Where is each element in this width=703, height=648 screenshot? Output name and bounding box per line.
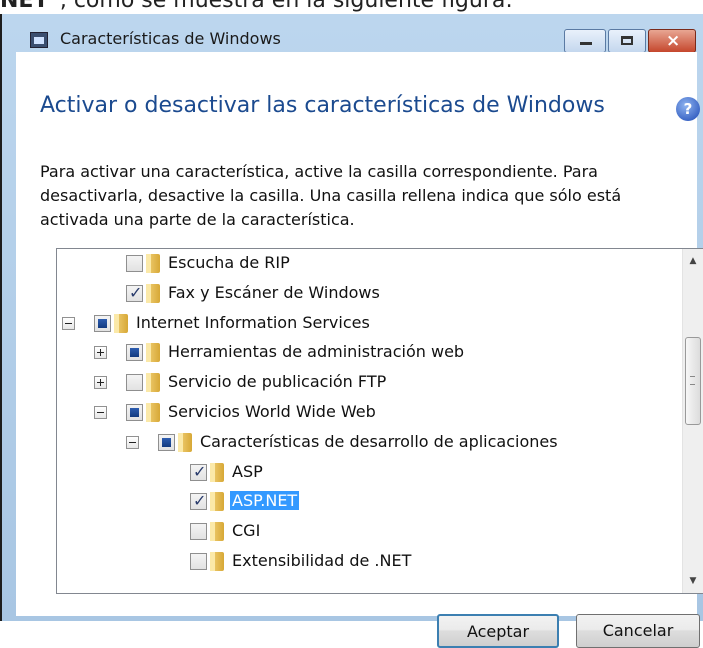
scroll-thumb[interactable] xyxy=(685,337,701,425)
tree-item-label: Internet Information Services xyxy=(136,312,370,332)
tree-items: Escucha de RIP Fax y Escáner de Windows In… xyxy=(57,249,677,593)
cancel-button[interactable]: Cancelar xyxy=(576,614,700,648)
tree-item[interactable]: Servicio de publicación FTP xyxy=(57,370,677,396)
tree-item-label: Herramientas de administración web xyxy=(168,342,465,362)
feature-checkbox[interactable] xyxy=(126,344,143,362)
collapse-icon[interactable] xyxy=(94,406,107,419)
tree-item-label: ASP.NET xyxy=(230,491,300,511)
feature-checkbox[interactable] xyxy=(126,374,143,392)
minimize-button[interactable] xyxy=(564,29,606,53)
feature-checkbox[interactable] xyxy=(126,283,143,302)
title-bar[interactable]: Características de Windows × xyxy=(2,14,703,53)
close-icon: × xyxy=(666,31,681,51)
tree-item-label: Extensibilidad de .NET xyxy=(232,551,412,570)
context-text: NET”, como se muestra en la siguiente fi… xyxy=(0,0,513,13)
expand-icon[interactable] xyxy=(94,346,107,360)
folder-icon xyxy=(210,462,224,482)
tree-item-label: CGI xyxy=(232,521,261,541)
tree-item-label: ASP xyxy=(232,461,263,481)
accept-button[interactable]: Aceptar xyxy=(437,614,559,648)
features-tree[interactable]: Escucha de RIP Fax y Escáner de Windows In… xyxy=(56,248,703,594)
tree-item-label: Servicios World Wide Web xyxy=(168,402,376,421)
tree-item[interactable]: Escucha de RIP xyxy=(57,251,677,277)
collapse-icon[interactable] xyxy=(62,316,75,330)
folder-icon xyxy=(178,432,192,452)
scroll-down-icon[interactable]: ▼ xyxy=(683,571,703,591)
collapse-icon[interactable] xyxy=(126,435,139,449)
window-title: Características de Windows xyxy=(60,29,281,48)
folder-icon xyxy=(146,373,160,393)
tree-item-label: Fax y Escáner de Windows xyxy=(168,282,380,302)
folder-icon xyxy=(210,552,224,571)
folder-icon xyxy=(146,254,160,273)
folder-icon xyxy=(146,403,160,422)
page-title: Activar o desactivar las características… xyxy=(40,93,605,118)
tree-item[interactable]: Servicios World Wide Web xyxy=(57,400,677,426)
expand-icon[interactable] xyxy=(94,376,107,390)
feature-checkbox[interactable] xyxy=(126,255,143,272)
dialog-content: Activar o desactivar las características… xyxy=(16,52,703,648)
tree-item[interactable]: Internet Information Services xyxy=(57,311,677,337)
maximize-button[interactable] xyxy=(608,29,646,53)
tree-item[interactable]: ASP.NET xyxy=(57,489,677,515)
feature-checkbox[interactable] xyxy=(190,553,207,570)
feature-checkbox[interactable] xyxy=(190,462,207,481)
tree-item-label: Escucha de RIP xyxy=(168,253,290,272)
tree-item[interactable]: Herramientas de administración web xyxy=(57,340,677,366)
tree-item[interactable]: CGI xyxy=(57,519,677,545)
scroll-up-icon[interactable]: ▲ xyxy=(683,251,703,271)
folder-icon xyxy=(114,313,128,333)
tree-item[interactable]: ASP xyxy=(57,460,677,486)
windows-features-icon xyxy=(30,32,48,48)
help-icon[interactable]: ? xyxy=(676,97,700,121)
folder-icon xyxy=(146,343,160,363)
feature-checkbox[interactable] xyxy=(94,314,111,332)
dialog-window: Características de Windows × Activar o d… xyxy=(0,14,703,648)
folder-icon xyxy=(210,492,224,512)
tree-item[interactable]: Fax y Escáner de Windows xyxy=(57,281,677,307)
tree-item[interactable]: Características de desarrollo de aplicac… xyxy=(57,430,677,456)
folder-icon xyxy=(146,283,160,303)
close-button[interactable]: × xyxy=(648,29,696,53)
folder-icon xyxy=(210,522,224,542)
tree-item-label: Características de desarrollo de aplicac… xyxy=(200,431,558,451)
feature-checkbox[interactable] xyxy=(126,404,143,421)
feature-checkbox[interactable] xyxy=(158,433,175,451)
feature-checkbox[interactable] xyxy=(190,523,207,541)
vertical-scrollbar[interactable]: ▲ ▼ xyxy=(682,249,703,593)
tree-item[interactable]: Extensibilidad de .NET xyxy=(57,549,677,575)
description-text: Para activar una característica, active … xyxy=(40,162,622,229)
feature-checkbox[interactable] xyxy=(190,491,207,511)
tree-item-label: Servicio de publicación FTP xyxy=(168,372,387,392)
